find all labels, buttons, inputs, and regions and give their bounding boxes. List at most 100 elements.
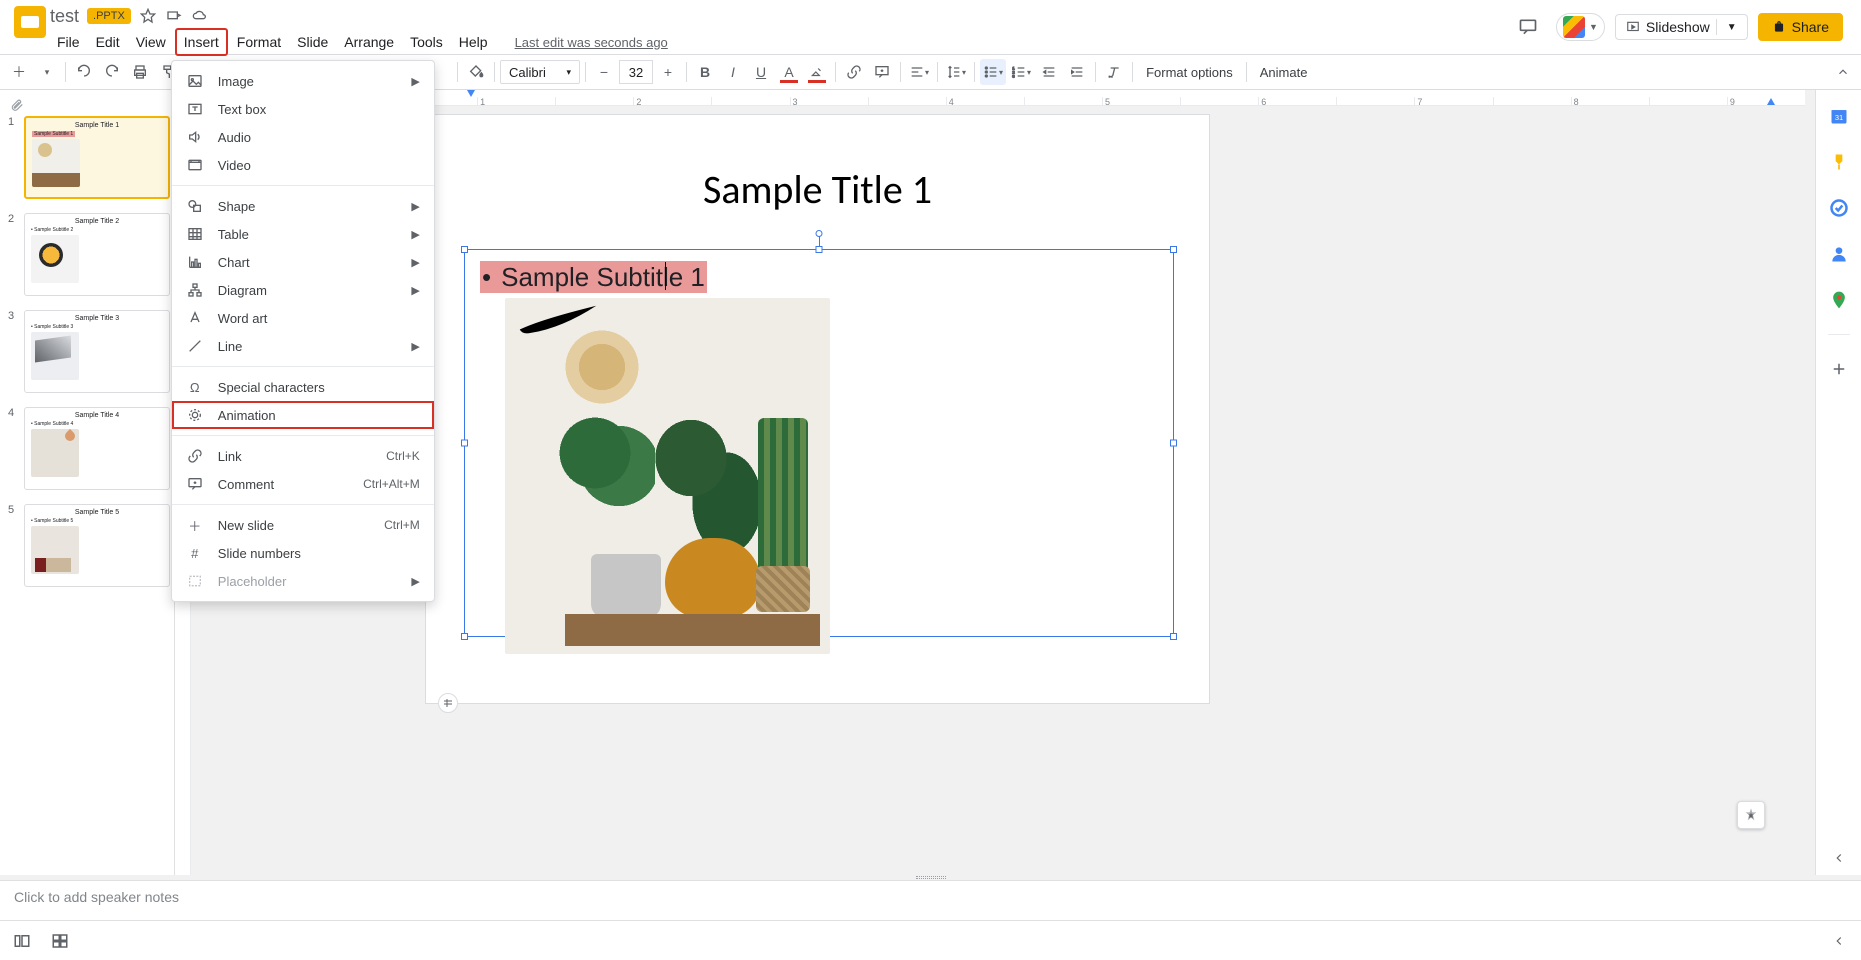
insert-menu-special-characters[interactable]: Ω Special characters — [172, 373, 434, 401]
collapse-toolbar-button[interactable] — [1831, 60, 1855, 84]
menu-arrange[interactable]: Arrange — [337, 30, 401, 54]
filmstrip-view-button[interactable] — [12, 931, 32, 951]
calendar-icon[interactable]: 31 — [1827, 104, 1851, 128]
speaker-notes[interactable]: Click to add speaker notes — [0, 880, 1861, 920]
slide-thumbnail[interactable]: Sample Title 4• Sample Subtitle 4 — [24, 407, 170, 490]
doc-title[interactable]: test — [50, 6, 79, 27]
meet-button[interactable]: ▼ — [1556, 13, 1605, 41]
contacts-icon[interactable] — [1827, 242, 1851, 266]
chevron-right-icon: ▶ — [411, 75, 419, 88]
insert-menu-shape[interactable]: Shape ▶ — [172, 192, 434, 220]
slide-thumbnail[interactable]: Sample Title 2• Sample Subtitle 2 — [24, 213, 170, 296]
clear-formatting-button[interactable] — [1101, 59, 1127, 85]
slide-image[interactable] — [505, 298, 830, 654]
insert-menu-chart[interactable]: Chart ▶ — [172, 248, 434, 276]
highlight-color-button[interactable] — [804, 59, 830, 85]
decrease-indent-button[interactable] — [1036, 59, 1062, 85]
slide-subtitle-text[interactable]: •Sample Subtitle 1 — [480, 261, 707, 293]
new-slide-button[interactable]: ＋ — [6, 59, 32, 85]
rotation-handle[interactable] — [816, 230, 823, 237]
numbered-list-button[interactable]: 123▾ — [1008, 59, 1034, 85]
bulleted-list-button[interactable]: ▾ — [980, 59, 1006, 85]
menu-format[interactable]: Format — [230, 30, 288, 54]
format-options-button[interactable]: Format options — [1138, 65, 1241, 80]
print-button[interactable] — [127, 59, 153, 85]
last-edit-link[interactable]: Last edit was seconds ago — [515, 35, 668, 50]
menu-view[interactable]: View — [129, 30, 173, 54]
slides-logo[interactable] — [10, 6, 50, 38]
insert-menu-table[interactable]: Table ▶ — [172, 220, 434, 248]
italic-button[interactable]: I — [720, 59, 746, 85]
text-color-button[interactable]: A — [776, 59, 802, 85]
font-family-select[interactable]: Calibri ▾ — [500, 60, 580, 84]
collapse-filmstrip-button[interactable] — [1829, 931, 1849, 951]
star-icon[interactable] — [139, 7, 157, 25]
insert-menu-link[interactable]: Link Ctrl+K — [172, 442, 434, 470]
keep-icon[interactable] — [1827, 150, 1851, 174]
menu-tools[interactable]: Tools — [403, 30, 450, 54]
insert-menu-audio[interactable]: Audio — [172, 123, 434, 151]
resize-handle-e[interactable] — [1170, 440, 1177, 447]
textbox-option-button[interactable] — [438, 693, 458, 713]
hide-side-panel-button[interactable] — [1832, 851, 1846, 865]
undo-button[interactable] — [71, 59, 97, 85]
insert-menu-new-slide[interactable]: ＋ New slide Ctrl+M — [172, 511, 434, 539]
insert-menu-slide-numbers[interactable]: # Slide numbers — [172, 539, 434, 567]
insert-menu-video[interactable]: Video — [172, 151, 434, 179]
insert-menu-comment[interactable]: Comment Ctrl+Alt+M — [172, 470, 434, 498]
slideshow-button[interactable]: Slideshow ▼ — [1615, 14, 1748, 40]
fill-color-button[interactable] — [463, 59, 489, 85]
insert-menu-text-box[interactable]: Text box — [172, 95, 434, 123]
line-spacing-button[interactable]: ▾ — [943, 59, 969, 85]
increase-indent-button[interactable] — [1064, 59, 1090, 85]
insert-menu-diagram[interactable]: Diagram ▶ — [172, 276, 434, 304]
slide-title-text[interactable]: Sample Title 1 — [426, 165, 1209, 214]
resize-handle-n[interactable] — [816, 246, 823, 253]
slide-canvas[interactable]: Sample Title 1 •Sample Subtitle 1 — [425, 114, 1210, 704]
chevron-down-icon[interactable]: ▼ — [1727, 22, 1737, 33]
font-size-decrease[interactable]: − — [591, 59, 617, 85]
insert-menu-animation[interactable]: Animation — [172, 401, 434, 429]
grid-view-button[interactable] — [50, 931, 70, 951]
menu-slide[interactable]: Slide — [290, 30, 335, 54]
maps-icon[interactable] — [1827, 288, 1851, 312]
selected-textbox[interactable]: •Sample Subtitle 1 — [464, 249, 1174, 637]
resize-handle-ne[interactable] — [1170, 246, 1177, 253]
move-icon[interactable] — [165, 7, 183, 25]
slide-thumbnail[interactable]: Sample Title 1Sample Subtitle 1 — [24, 116, 170, 199]
menu-file[interactable]: File — [50, 30, 87, 54]
align-button[interactable]: ▾ — [906, 59, 932, 85]
share-button[interactable]: Share — [1758, 13, 1843, 41]
explore-button[interactable] — [1737, 801, 1765, 829]
slide-thumbnail[interactable]: Sample Title 5• Sample Subtitle 5 — [24, 504, 170, 587]
chevron-right-icon: ▶ — [411, 340, 419, 353]
menu-edit[interactable]: Edit — [89, 30, 127, 54]
new-slide-dropdown[interactable]: ▾ — [34, 59, 60, 85]
menu-insert[interactable]: Insert — [175, 28, 228, 56]
insert-menu-line[interactable]: Line ▶ — [172, 332, 434, 360]
resize-handle-w[interactable] — [461, 440, 468, 447]
cloud-status-icon[interactable] — [191, 7, 209, 25]
comment-history-icon[interactable] — [1510, 12, 1546, 42]
insert-comment-button[interactable] — [869, 59, 895, 85]
bold-button[interactable]: B — [692, 59, 718, 85]
indent-marker-right[interactable] — [1767, 98, 1775, 105]
menu-help[interactable]: Help — [452, 30, 495, 54]
resize-handle-nw[interactable] — [461, 246, 468, 253]
insert-link-button[interactable] — [841, 59, 867, 85]
indent-marker-first-line[interactable] — [467, 90, 475, 97]
redo-button[interactable] — [99, 59, 125, 85]
tasks-icon[interactable] — [1827, 196, 1851, 220]
animate-button[interactable]: Animate — [1252, 65, 1316, 80]
pot-decoration — [756, 566, 810, 612]
slide-thumbnail[interactable]: Sample Title 3• Sample Subtitle 3 — [24, 310, 170, 393]
insert-menu-image[interactable]: Image ▶ — [172, 67, 434, 95]
underline-button[interactable]: U — [748, 59, 774, 85]
resize-handle-sw[interactable] — [461, 633, 468, 640]
horizontal-ruler: 123456789 — [399, 90, 1805, 106]
font-size-increase[interactable]: + — [655, 59, 681, 85]
resize-handle-se[interactable] — [1170, 633, 1177, 640]
insert-menu-word-art[interactable]: Word art — [172, 304, 434, 332]
add-addon-icon[interactable] — [1827, 357, 1851, 381]
font-size-input[interactable]: 32 — [619, 60, 653, 84]
